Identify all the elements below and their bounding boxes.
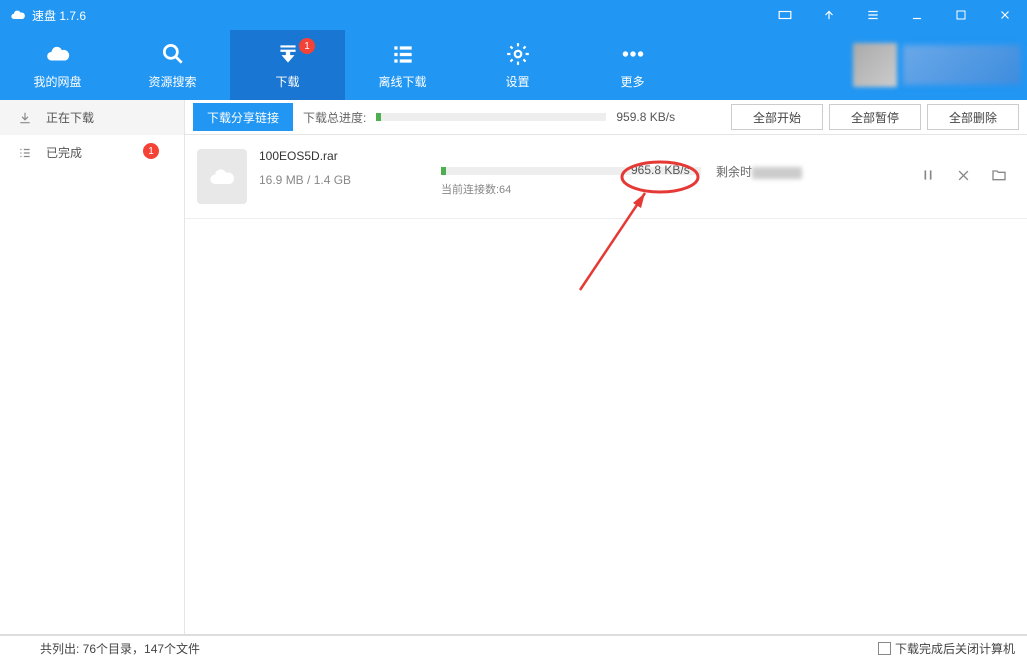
nav-label: 资源搜索 xyxy=(148,73,196,90)
download-icon xyxy=(275,41,301,67)
file-name: 100EOS5D.rar xyxy=(259,149,429,163)
total-speed: 959.8 KB/s xyxy=(616,110,675,124)
nav-user-area[interactable] xyxy=(847,30,1027,100)
cloud-disk-icon xyxy=(45,41,71,67)
sidebar: 正在下载 已完成 1 xyxy=(0,100,185,634)
shutdown-label: 下载完成后关闭计算机 xyxy=(895,640,1015,657)
titlebar: 速盘 1.7.6 xyxy=(0,0,1027,30)
sidebar-item-label: 正在下载 xyxy=(46,109,94,126)
file-size: 16.9 MB / 1.4 GB xyxy=(259,173,429,187)
maximize-button[interactable] xyxy=(939,0,983,30)
delete-all-button[interactable]: 全部删除 xyxy=(927,104,1019,130)
list-icon xyxy=(390,41,416,67)
avatar xyxy=(853,43,897,87)
status-summary: 共列出: 76个目录，147个文件 xyxy=(40,640,200,657)
pause-icon[interactable] xyxy=(920,167,936,188)
pause-all-button[interactable]: 全部暂停 xyxy=(829,104,921,130)
nav-label: 离线下载 xyxy=(378,73,426,90)
file-cloud-icon xyxy=(197,149,247,204)
share-link-button[interactable]: 下载分享链接 xyxy=(193,103,293,131)
sidebar-item-completed[interactable]: 已完成 1 xyxy=(0,135,184,170)
download-small-icon xyxy=(18,111,32,125)
keyboard-icon[interactable] xyxy=(763,0,807,30)
top-nav: 我的网盘 资源搜索 下载 1 离线下载 设置 更多 xyxy=(0,30,1027,100)
toolbar: 下载分享链接 下载总进度: 959.8 KB/s 全部开始 全部暂停 全部删除 xyxy=(185,100,1027,135)
nav-label: 我的网盘 xyxy=(33,73,81,90)
item-remaining: 剩余时 xyxy=(716,163,802,180)
skin-icon[interactable] xyxy=(851,0,895,30)
app-title: 速盘 1.7.6 xyxy=(32,7,86,24)
close-icon[interactable] xyxy=(956,168,971,188)
status-bar: 共列出: 76个目录，147个文件 下载完成后关闭计算机 xyxy=(0,635,1027,661)
start-all-button[interactable]: 全部开始 xyxy=(731,104,823,130)
sidebar-item-downloading[interactable]: 正在下载 xyxy=(0,100,184,135)
download-list: 100EOS5D.rar 16.9 MB / 1.4 GB 965.8 KB/s… xyxy=(185,135,1027,634)
nav-settings[interactable]: 设置 xyxy=(460,30,575,100)
nav-label: 下载 xyxy=(275,73,299,90)
gear-icon xyxy=(505,41,531,67)
search-icon xyxy=(160,41,186,67)
nav-label: 设置 xyxy=(505,73,529,90)
download-item[interactable]: 100EOS5D.rar 16.9 MB / 1.4 GB 965.8 KB/s… xyxy=(185,135,1027,219)
nav-badge: 1 xyxy=(299,38,315,54)
nav-search[interactable]: 资源搜索 xyxy=(115,30,230,100)
upload-icon[interactable] xyxy=(807,0,851,30)
sidebar-badge: 1 xyxy=(143,143,159,159)
connections-count: 当前连接数:64 xyxy=(441,181,908,197)
folder-icon[interactable] xyxy=(991,167,1007,188)
total-progress-label: 下载总进度: xyxy=(303,109,366,126)
nav-offline[interactable]: 离线下载 xyxy=(345,30,460,100)
shutdown-checkbox[interactable] xyxy=(878,642,891,655)
total-progress-bar xyxy=(376,113,606,121)
cloud-icon xyxy=(10,7,26,23)
checklist-icon xyxy=(18,146,32,160)
nav-my-disk[interactable]: 我的网盘 xyxy=(0,30,115,100)
nav-download[interactable]: 下载 1 xyxy=(230,30,345,100)
sidebar-item-label: 已完成 xyxy=(46,144,82,161)
item-speed: 965.8 KB/s xyxy=(631,163,690,177)
nav-more[interactable]: 更多 xyxy=(575,30,690,100)
close-button[interactable] xyxy=(983,0,1027,30)
more-icon xyxy=(620,41,646,67)
nav-label: 更多 xyxy=(620,73,644,90)
user-info-blurred xyxy=(903,45,1021,85)
minimize-button[interactable] xyxy=(895,0,939,30)
